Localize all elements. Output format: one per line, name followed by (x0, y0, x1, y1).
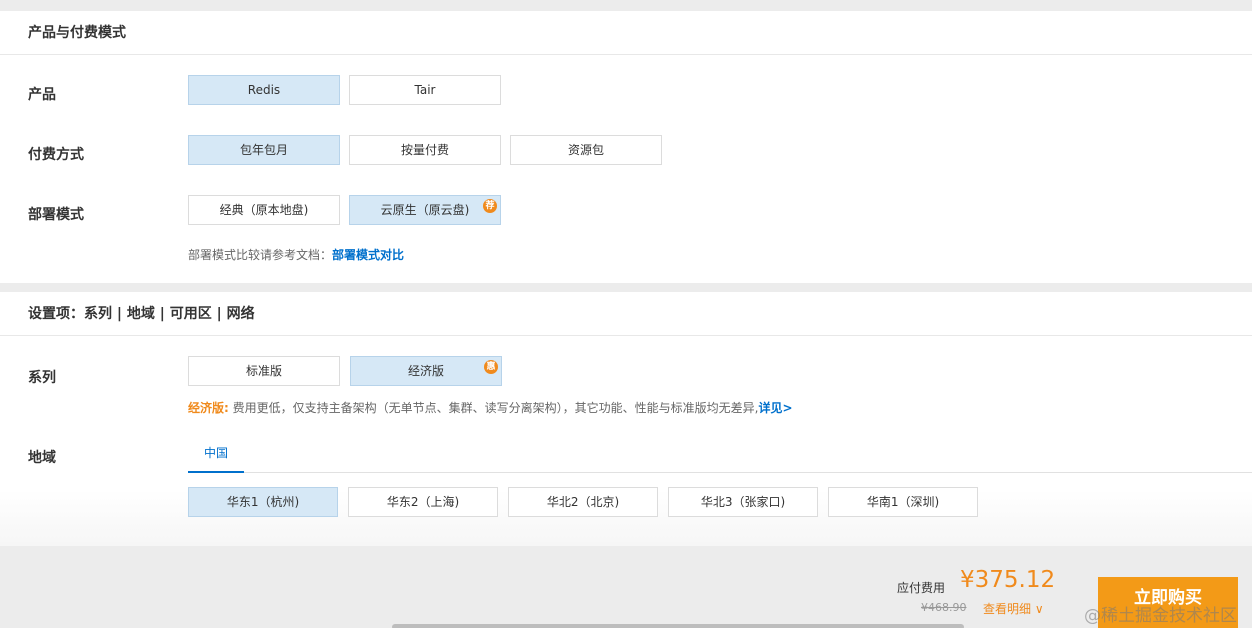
region-option-hangzhou[interactable]: 华东1（杭州) (188, 487, 338, 517)
region-option-zhangjiakou[interactable]: 华北3（张家口) (668, 487, 818, 517)
series-label: 系列 (28, 370, 56, 386)
payment-label: 付费方式 (28, 147, 84, 163)
recommend-badge: 荐 (483, 199, 497, 213)
series-note-prefix: 经济版: (188, 401, 229, 415)
deploy-compare-link[interactable]: 部署模式对比 (332, 248, 404, 262)
series-note: 经济版: 费用更低，仅支持主备架构（无单节点、集群、读写分离架构），其它功能、性… (188, 399, 793, 416)
scrollbar[interactable] (392, 624, 964, 628)
deploy-option-label: 云原生（原云盘) (380, 203, 470, 217)
series-option-economy[interactable]: 经济版 惠 (350, 356, 502, 386)
series-option-standard[interactable]: 标准版 (188, 356, 340, 386)
deploy-label: 部署模式 (28, 207, 84, 223)
watermark: @稀土掘金技术社区 (1084, 606, 1237, 626)
region-option-beijing[interactable]: 华北2（北京) (508, 487, 658, 517)
price-footer: 应付费用 ¥375.12 ¥468.90 查看明细 ∨ 立即购买 @稀土掘金技术… (0, 547, 1252, 628)
series-option-label: 经济版 (407, 364, 444, 378)
series-note-text: 费用更低，仅支持主备架构（无单节点、集群、读写分离架构），其它功能、性能与标准版… (228, 401, 759, 415)
payment-option-subscription[interactable]: 包年包月 (188, 135, 340, 165)
deploy-option-cloud-native[interactable]: 云原生（原云盘) 荐 (349, 195, 501, 225)
section-title: 设置项：系列 | 地域 | 可用区 | 网络 (0, 292, 1252, 336)
tab-china[interactable]: 中国 (188, 437, 244, 473)
region-label: 地域 (28, 450, 56, 466)
product-payment-panel: 产品与付费模式 产品 Redis Tair 付费方式 包年包月 按量付费 资源包… (0, 11, 1252, 283)
payment-option-resource-pack[interactable]: 资源包 (510, 135, 662, 165)
product-label: 产品 (28, 87, 56, 103)
discount-badge: 惠 (484, 360, 498, 374)
region-option-shanghai[interactable]: 华东2（上海) (348, 487, 498, 517)
settings-panel: 设置项：系列 | 地域 | 可用区 | 网络 系列 标准版 经济版 惠 经济版:… (0, 292, 1252, 546)
fee-price: ¥375.12 (960, 567, 1056, 593)
section-title: 产品与付费模式 (0, 11, 1252, 55)
product-option-redis[interactable]: Redis (188, 75, 340, 105)
original-price: ¥468.90 (921, 601, 967, 614)
region-option-shenzhen[interactable]: 华南1（深圳) (828, 487, 978, 517)
payment-option-pay-as-you-go[interactable]: 按量付费 (349, 135, 501, 165)
deploy-note: 部署模式比较请参考文档：部署模式对比 (188, 246, 404, 263)
fee-label: 应付费用 (897, 581, 946, 595)
series-detail-link[interactable]: 详见> (758, 401, 792, 415)
view-detail-link[interactable]: 查看明细 ∨ (983, 600, 1044, 617)
deploy-option-classic[interactable]: 经典（原本地盘) (188, 195, 340, 225)
product-option-tair[interactable]: Tair (349, 75, 501, 105)
deploy-note-text: 部署模式比较请参考文档： (188, 248, 333, 262)
region-tabbar: 中国 (188, 437, 1252, 473)
